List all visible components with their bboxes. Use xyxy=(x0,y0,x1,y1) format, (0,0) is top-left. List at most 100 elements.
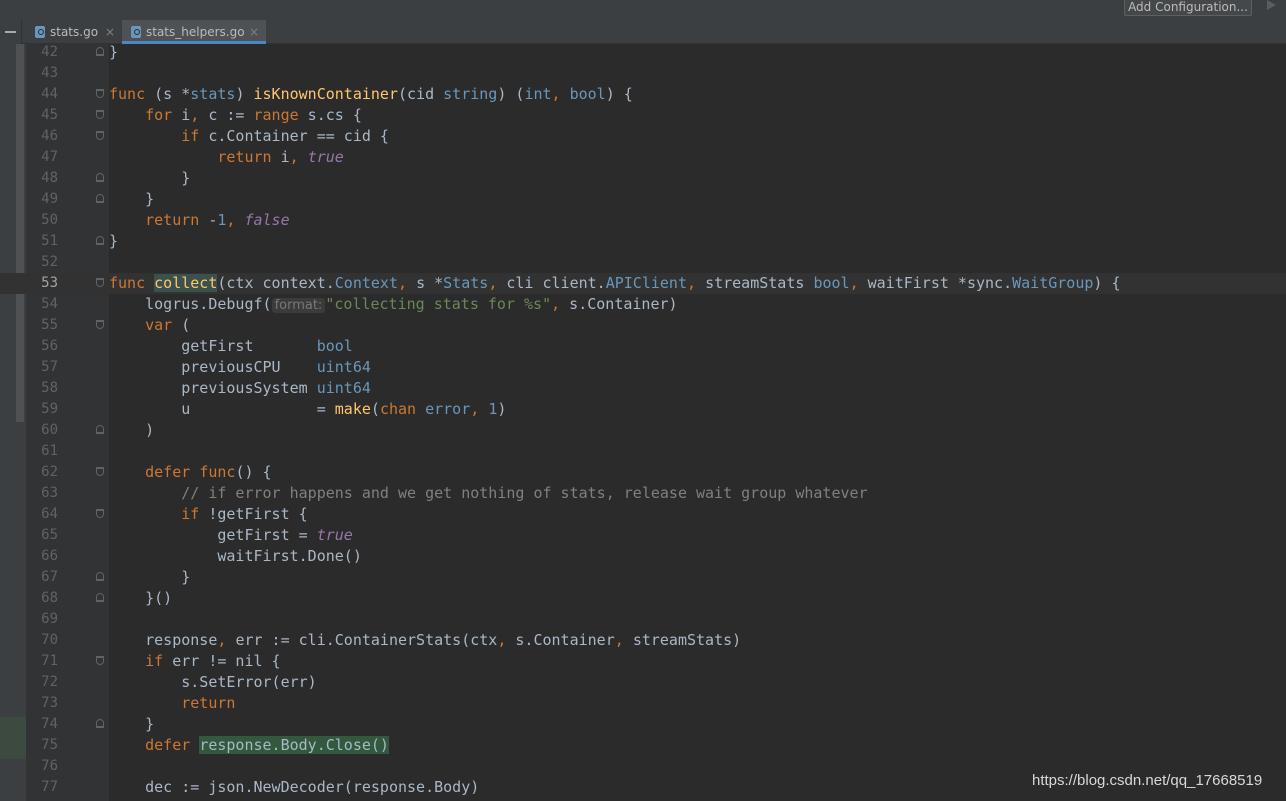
fold-marker-icon[interactable] xyxy=(96,320,104,329)
code-token: WaitGroup xyxy=(1012,274,1094,292)
fold-marker-icon[interactable] xyxy=(96,425,104,434)
code-line[interactable]: 46 if c.Container == cid { xyxy=(0,126,1286,147)
code-token: s.cs { xyxy=(298,106,362,124)
fold-marker-icon[interactable] xyxy=(96,593,104,602)
code-token: (ctx context. xyxy=(217,274,335,292)
code-line[interactable]: 42} xyxy=(0,42,1286,63)
code-text: if err != nil { xyxy=(109,651,280,672)
add-configuration-button[interactable]: Add Configuration... xyxy=(1124,0,1252,16)
code-token: } xyxy=(109,169,191,187)
fold-marker-icon[interactable] xyxy=(96,719,104,728)
code-line[interactable]: 60 ) xyxy=(0,420,1286,441)
code-line[interactable]: 72 s.SetError(err) xyxy=(0,672,1286,693)
code-text: }() xyxy=(109,588,172,609)
fold-marker-icon[interactable] xyxy=(96,173,104,182)
code-token: , xyxy=(551,85,570,103)
code-line[interactable]: 73 return xyxy=(0,693,1286,714)
code-token: ) ( xyxy=(497,85,525,103)
code-text: defer response.Body.Close() xyxy=(109,735,389,756)
code-token: stats xyxy=(190,85,236,103)
collapse-panel-button[interactable] xyxy=(0,20,22,44)
code-token: ) { xyxy=(605,85,633,103)
tab-stats-helpers-go[interactable]: stats_helpers.go × xyxy=(122,20,266,44)
code-line[interactable]: 45 for i, c := range s.cs { xyxy=(0,105,1286,126)
code-token: u = xyxy=(109,400,335,418)
code-token: false xyxy=(244,211,290,229)
code-line[interactable]: 75 defer response.Body.Close() xyxy=(0,735,1286,756)
code-line[interactable]: 56 getFirst bool xyxy=(0,336,1286,357)
fold-marker-icon[interactable] xyxy=(96,572,104,581)
code-token: s.SetError(err) xyxy=(109,673,317,691)
code-line[interactable]: 48 } xyxy=(0,168,1286,189)
code-token: , xyxy=(398,274,417,292)
code-line[interactable]: 74 } xyxy=(0,714,1286,735)
code-line[interactable]: 63 // if error happens and we get nothin… xyxy=(0,483,1286,504)
code-line[interactable]: 53 func collect(ctx context.Context, s *S… xyxy=(0,273,1286,294)
code-line[interactable]: 69 xyxy=(0,609,1286,630)
code-line[interactable]: 57 previousCPU uint64 xyxy=(0,357,1286,378)
code-text: } xyxy=(109,714,154,735)
code-line[interactable]: 52 xyxy=(0,252,1286,273)
code-line[interactable]: 65 getFirst = true xyxy=(0,525,1286,546)
fold-marker-icon[interactable] xyxy=(96,47,104,56)
line-number: 46 xyxy=(41,128,58,144)
fold-marker-icon[interactable] xyxy=(96,194,104,203)
line-number: 73 xyxy=(41,695,58,711)
code-token: true xyxy=(307,148,344,166)
code-token: string xyxy=(443,85,498,103)
fold-marker-icon[interactable] xyxy=(96,278,104,287)
code-token: previousSystem xyxy=(109,379,317,397)
code-line[interactable]: 49 } xyxy=(0,189,1286,210)
run-icon[interactable] xyxy=(1267,0,1276,10)
code-line[interactable]: 67 } xyxy=(0,567,1286,588)
code-line[interactable]: 44 func (s *stats) isKnownContainer(cid s… xyxy=(0,84,1286,105)
tab-stats-go[interactable]: stats.go × xyxy=(26,20,122,44)
line-number: 62 xyxy=(41,464,58,480)
code-text: } xyxy=(109,189,154,210)
line-number: 69 xyxy=(41,611,58,627)
code-token: waitFirst.Done() xyxy=(109,547,362,565)
code-line[interactable]: 51} xyxy=(0,231,1286,252)
fold-marker-icon[interactable] xyxy=(96,236,104,245)
code-line[interactable]: 66 waitFirst.Done() xyxy=(0,546,1286,567)
fold-marker-icon[interactable] xyxy=(96,467,104,476)
code-text: u = make(chan error, 1) xyxy=(109,399,506,420)
code-token: "collecting stats for %s" xyxy=(325,295,552,313)
code-line[interactable]: 71 if err != nil { xyxy=(0,651,1286,672)
code-line[interactable]: 70 response, err := cli.ContainerStats(c… xyxy=(0,630,1286,651)
code-token: getFirst = xyxy=(109,526,317,544)
code-line[interactable]: 50 return -1, false xyxy=(0,210,1286,231)
code-line[interactable]: 61 xyxy=(0,441,1286,462)
code-line[interactable]: 54 logrus.Debugf(format: "collecting stat… xyxy=(0,294,1286,315)
code-token: dec := json.NewDecoder(response.Body) xyxy=(109,778,480,796)
tab-close-icon[interactable]: × xyxy=(249,20,259,44)
fold-marker-icon[interactable] xyxy=(96,509,104,518)
code-token: func xyxy=(109,85,146,103)
code-token: isKnownContainer xyxy=(253,85,399,103)
fold-marker-icon[interactable] xyxy=(96,131,104,140)
code-line[interactable]: 59 u = make(chan error, 1) xyxy=(0,399,1286,420)
line-number: 44 xyxy=(41,86,58,102)
line-number: 56 xyxy=(41,338,58,354)
fold-marker-icon[interactable] xyxy=(96,89,104,98)
tab-close-icon[interactable]: × xyxy=(105,20,115,44)
fold-marker-icon[interactable] xyxy=(96,656,104,665)
line-number: 47 xyxy=(41,149,58,165)
code-line[interactable]: 64 if !getFirst { xyxy=(0,504,1286,525)
line-number: 67 xyxy=(41,569,58,585)
code-line[interactable]: 43 xyxy=(0,63,1286,84)
code-token: , xyxy=(849,274,868,292)
code-line[interactable]: 68 }() xyxy=(0,588,1286,609)
code-line[interactable]: 55 var ( xyxy=(0,315,1286,336)
code-line[interactable]: 47 return i, true xyxy=(0,147,1286,168)
code-token: bool xyxy=(813,274,850,292)
line-number: 76 xyxy=(41,758,58,774)
code-editor[interactable]: 42} 43 44 func (s *stats) isKnownContainer(… xyxy=(0,42,1286,798)
code-line[interactable]: 62 defer func() { xyxy=(0,462,1286,483)
code-line[interactable]: 58 previousSystem uint64 xyxy=(0,378,1286,399)
code-token: response.Body.Close() xyxy=(199,736,389,754)
fold-marker-icon[interactable] xyxy=(96,110,104,119)
